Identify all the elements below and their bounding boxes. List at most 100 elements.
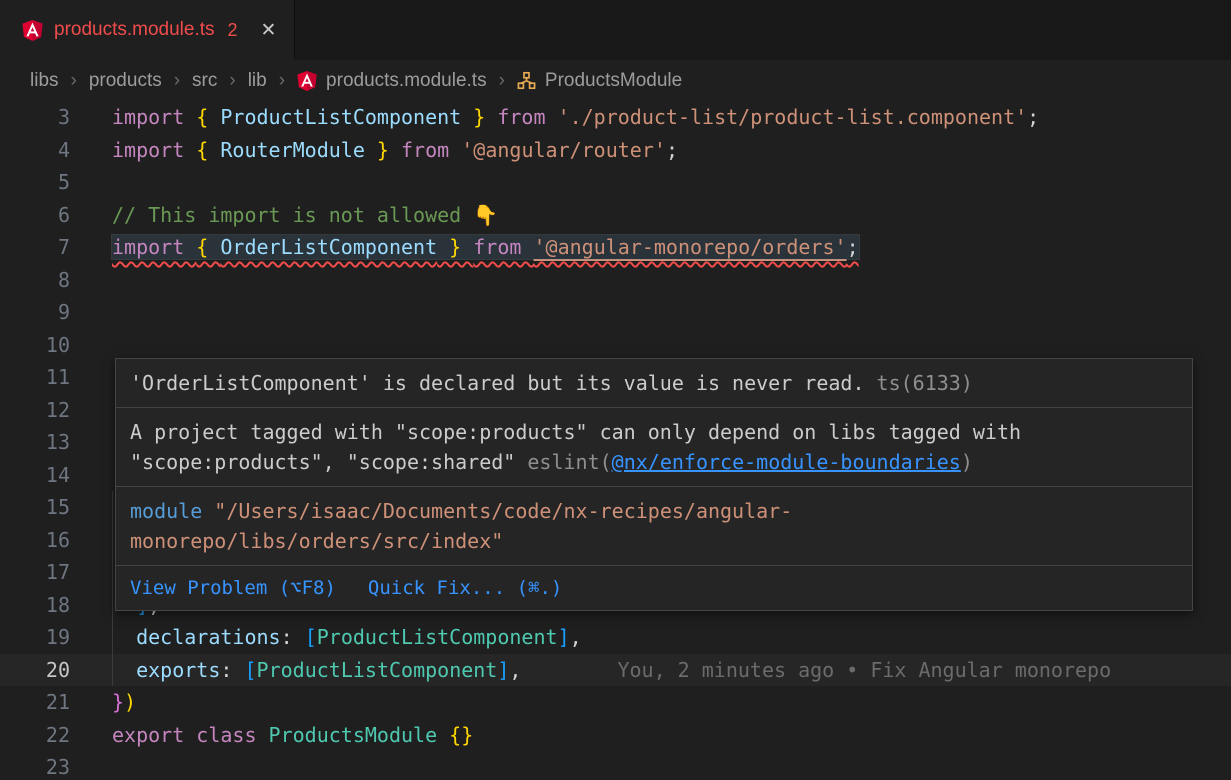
- breadcrumb-item-productsmodule[interactable]: ProductsModule: [517, 70, 682, 92]
- indent-guide: [112, 524, 113, 557]
- code-line-22[interactable]: 22 export class ProductsModule {}: [0, 719, 1231, 752]
- code-token: ): [124, 690, 136, 714]
- code-token: export: [112, 723, 196, 747]
- breadcrumb-item-libs[interactable]: libs: [30, 70, 59, 92]
- tab-products-module[interactable]: products.module.ts 2 ✕: [0, 0, 295, 60]
- line-number[interactable]: 16: [0, 524, 70, 557]
- line-number[interactable]: 23: [0, 751, 70, 780]
- code-token: [112, 625, 136, 649]
- code-line-9[interactable]: 9: [0, 296, 1231, 329]
- indent-guide: [112, 621, 113, 654]
- line-number[interactable]: 9: [0, 296, 70, 329]
- line-number[interactable]: 14: [0, 459, 70, 492]
- code-token: {}: [449, 723, 473, 747]
- hover-message-typescript: 'OrderListComponent' is declared but its…: [116, 359, 1192, 408]
- line-number[interactable]: 11: [0, 361, 70, 394]
- indent-guide: [112, 491, 113, 524]
- line-number[interactable]: 15: [0, 491, 70, 524]
- view-problem-link[interactable]: View Problem (⌥F8): [130, 574, 336, 602]
- hover-text-line: monorepo/libs/orders/src/index": [130, 526, 1178, 556]
- code-token: ProductListComponent: [220, 105, 461, 129]
- eslint-rule-link[interactable]: @nx/enforce-module-boundaries: [612, 450, 961, 474]
- code-content: declarations: [ProductListComponent],: [112, 621, 1231, 654]
- code-content: exports: [ProductListComponent],You, 2 m…: [112, 654, 1231, 687]
- angular-icon: [22, 20, 43, 41]
- code-content: [112, 296, 1231, 329]
- line-number[interactable]: 10: [0, 329, 70, 362]
- code-line-20[interactable]: 20 exports: [ProductListComponent],You, …: [0, 654, 1231, 687]
- code-token: ]: [558, 625, 570, 649]
- editor: 3 import { ProductListComponent } from '.…: [0, 101, 1231, 780]
- hover-text-line: "scope:products", "scope:shared" eslint(…: [130, 447, 1178, 477]
- breadcrumb-separator-icon: ›: [279, 70, 285, 92]
- code-token: './product-list/product-list.component': [558, 105, 1028, 129]
- code-token: {: [196, 235, 220, 259]
- hover-text: A project tagged with "scope:products" c…: [130, 420, 1021, 444]
- breadcrumb-label: src: [192, 70, 217, 92]
- line-number[interactable]: 22: [0, 719, 70, 752]
- code-token: '@angular/router': [461, 138, 666, 162]
- hover-text-line: 'OrderListComponent' is declared but its…: [130, 368, 1178, 398]
- line-number[interactable]: 6: [0, 199, 70, 232]
- breadcrumb-item-lib[interactable]: lib: [248, 70, 267, 92]
- breadcrumb-item-src[interactable]: src: [192, 70, 217, 92]
- line-number[interactable]: 8: [0, 264, 70, 297]
- code-token: RouterModule: [220, 138, 365, 162]
- line-number[interactable]: 17: [0, 556, 70, 589]
- code-token: ;: [847, 235, 859, 259]
- code-content: [112, 166, 1231, 199]
- quick-fix-link[interactable]: Quick Fix... (⌘.): [368, 574, 562, 602]
- code-line-6[interactable]: 6// This import is not allowed 👇: [0, 199, 1231, 232]
- hover-text: ts(6133): [865, 371, 973, 395]
- breadcrumb-separator-icon: ›: [229, 70, 235, 92]
- breadcrumb-item-products-module-ts[interactable]: products.module.ts: [297, 70, 487, 92]
- indent-guide: [112, 654, 113, 687]
- code-content: [112, 264, 1231, 297]
- line-number[interactable]: 7: [0, 231, 70, 264]
- module-icon: [517, 71, 536, 90]
- hover-text: module: [130, 499, 214, 523]
- breadcrumb-item-products[interactable]: products: [89, 70, 162, 92]
- code-line-10[interactable]: 10: [0, 329, 1231, 362]
- hover-text: ): [961, 450, 973, 474]
- code-token: import: [112, 138, 196, 162]
- code-token: exports: [136, 658, 220, 682]
- line-number[interactable]: 12: [0, 394, 70, 427]
- close-icon[interactable]: ✕: [261, 19, 277, 41]
- code-content: import { ProductListComponent } from './…: [112, 101, 1231, 134]
- code-line-21[interactable]: 21}): [0, 686, 1231, 719]
- line-number[interactable]: 19: [0, 621, 70, 654]
- line-number[interactable]: 5: [0, 166, 70, 199]
- hover-message-module-path: module "/Users/isaac/Documents/code/nx-r…: [116, 487, 1192, 566]
- code-line-8[interactable]: 8: [0, 264, 1231, 297]
- hover-text: monorepo/libs/orders/src/index": [130, 529, 503, 553]
- line-number[interactable]: 13: [0, 426, 70, 459]
- code-line-5[interactable]: 5: [0, 166, 1231, 199]
- code-line-3[interactable]: 3 import { ProductListComponent } from '.…: [0, 101, 1231, 134]
- code-line-19[interactable]: 19 declarations: [ProductListComponent],: [0, 621, 1231, 654]
- tab-title: products.module.ts: [54, 19, 215, 41]
- line-number[interactable]: 4: [0, 134, 70, 167]
- code-line-7[interactable]: 7import { OrderListComponent } from '@an…: [0, 231, 1231, 264]
- code-line-4[interactable]: 4import { RouterModule } from '@angular/…: [0, 134, 1231, 167]
- breadcrumb: libs›products›src›lib›products.module.ts…: [0, 60, 1231, 101]
- code-token: ;: [666, 138, 678, 162]
- breadcrumb-label: products.module.ts: [326, 70, 487, 92]
- breadcrumb-label: ProductsModule: [545, 70, 682, 92]
- line-number[interactable]: 18: [0, 589, 70, 622]
- hover-popup: 'OrderListComponent' is declared but its…: [115, 358, 1193, 611]
- code-token: ProductsModule: [269, 723, 450, 747]
- line-number[interactable]: 20: [0, 654, 70, 687]
- angular-icon: [297, 71, 317, 91]
- code-token: ProductListComponent: [257, 658, 498, 682]
- code-content: export class ProductsModule {}: [112, 719, 1231, 752]
- code-token: from: [401, 138, 461, 162]
- code-token: }: [365, 138, 401, 162]
- line-number[interactable]: 21: [0, 686, 70, 719]
- line-number[interactable]: 3: [0, 101, 70, 134]
- code-line-23[interactable]: 23: [0, 751, 1231, 780]
- hover-actions: View Problem (⌥F8) Quick Fix... (⌘.): [116, 566, 1192, 610]
- code-token: ;: [1027, 105, 1039, 129]
- code-token: '@angular-monorepo/orders': [533, 235, 846, 259]
- breadcrumb-separator-icon: ›: [499, 70, 505, 92]
